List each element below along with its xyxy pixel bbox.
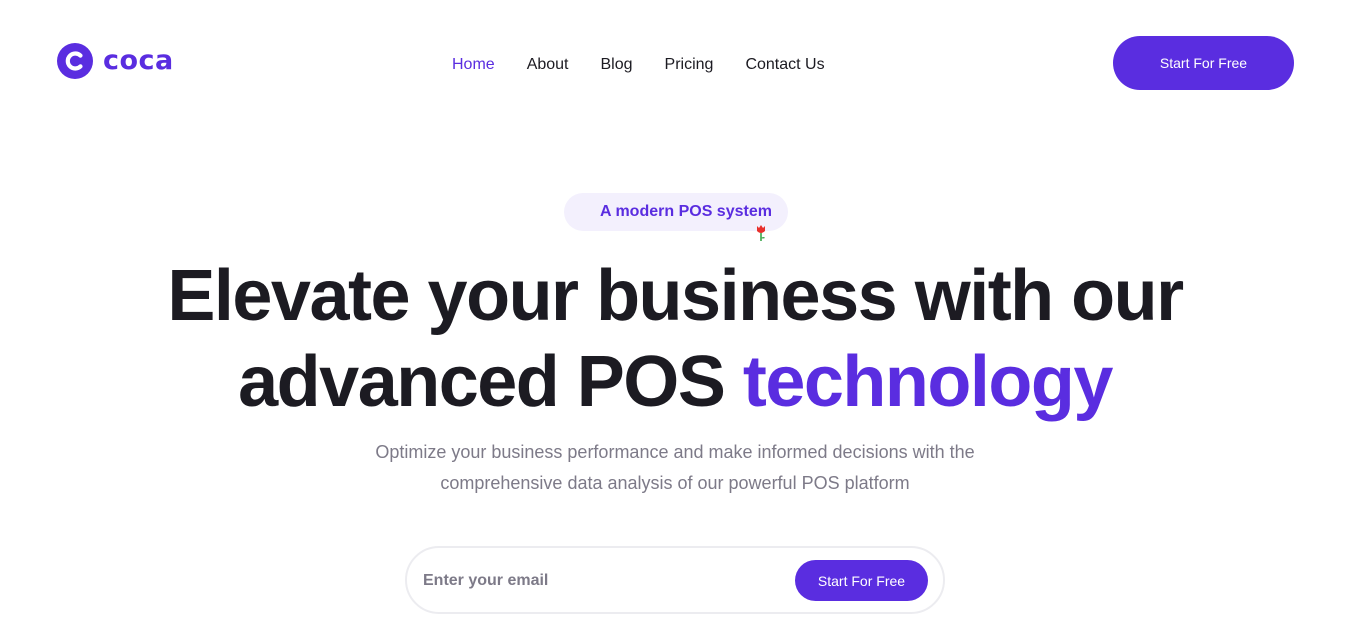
email-field[interactable]: [423, 565, 783, 597]
hero-headline: Elevate your business with our advanced …: [0, 253, 1350, 425]
coca-logo-icon: [57, 43, 93, 79]
hero-headline-line1: Elevate your business with our: [167, 256, 1184, 336]
landing-page: coca Home About Blog Pricing Contact Us …: [0, 0, 1350, 630]
hero-subtitle: Optimize your business performance and m…: [0, 437, 1350, 499]
email-start-for-free-button[interactable]: Start For Free: [795, 560, 928, 601]
nav-item-about[interactable]: About: [527, 55, 569, 75]
hero-subtitle-line2: comprehensive data analysis of our power…: [440, 473, 910, 493]
brand-logo[interactable]: coca: [57, 43, 174, 79]
brand-name: coca: [103, 45, 174, 76]
nav-item-pricing[interactable]: Pricing: [665, 55, 714, 75]
main-nav: Home About Blog Pricing Contact Us: [452, 55, 857, 75]
nav-item-contact-us[interactable]: Contact Us: [745, 55, 824, 75]
email-signup-form: Start For Free: [405, 546, 945, 614]
start-for-free-button[interactable]: Start For Free: [1113, 36, 1294, 90]
hero-subtitle-line1: Optimize your business performance and m…: [375, 442, 975, 462]
nav-item-home[interactable]: Home: [452, 55, 495, 75]
rose-icon: [757, 225, 765, 241]
nav-item-blog[interactable]: Blog: [601, 55, 633, 75]
hero-badge-label: A modern POS system: [600, 203, 772, 220]
hero-headline-line2: advanced POS: [238, 342, 743, 422]
hero-headline-accent: technology: [742, 342, 1114, 422]
